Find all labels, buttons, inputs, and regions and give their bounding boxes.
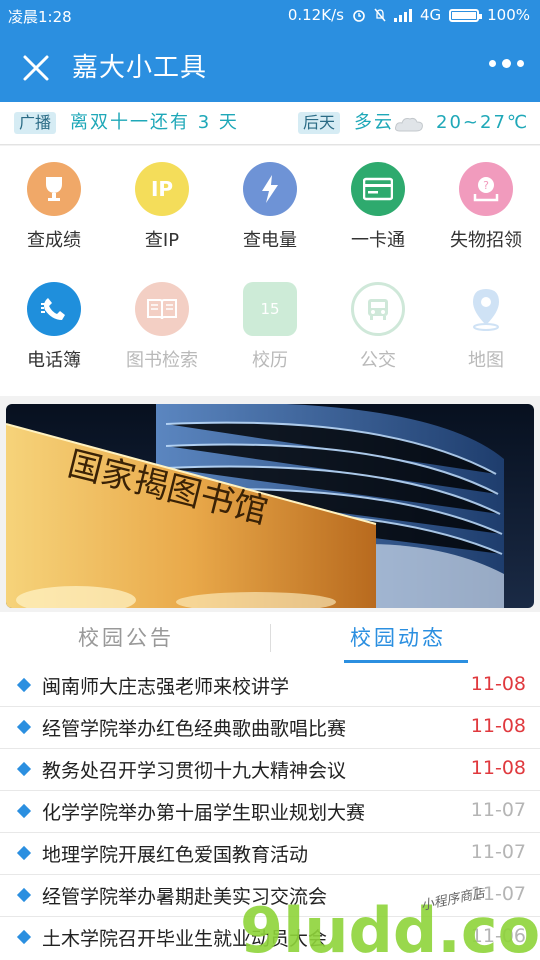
list-item[interactable]: 化学学院举办第十届学生职业规划大赛 11-07 bbox=[0, 790, 540, 833]
tab-divider bbox=[270, 624, 271, 652]
bus-icon bbox=[351, 282, 405, 336]
list-item[interactable]: 教务处召开学习贯彻十九大精神会议 11-08 bbox=[0, 748, 540, 791]
bullet-icon bbox=[16, 761, 32, 777]
news-title: 经管学院举办红色经典歌曲歌唱比赛 bbox=[42, 718, 347, 740]
tool-grades[interactable]: 查成绩 bbox=[0, 146, 108, 256]
broadcast-tag: 广播 bbox=[14, 112, 57, 134]
tool-label: 地图 bbox=[468, 350, 504, 371]
network-type: 4G bbox=[419, 6, 442, 24]
weather-text: 多云 bbox=[354, 112, 394, 133]
mute-icon bbox=[374, 8, 386, 22]
tool-bus[interactable]: 公交 bbox=[324, 266, 432, 376]
list-item[interactable]: 经管学院举办暑期赴美实习交流会 11-07 bbox=[0, 874, 540, 917]
list-item[interactable]: 经管学院举办红色经典歌曲歌唱比赛 11-08 bbox=[0, 706, 540, 749]
news-title: 地理学院开展红色爱国教育活动 bbox=[42, 844, 309, 866]
list-item[interactable]: 闽南师大庄志强老师来校讲学 11-08 bbox=[0, 664, 540, 707]
info-bar: 广播 离双十一还有 3 天 后天 多云 20~27℃ bbox=[0, 102, 540, 145]
status-right: 0.12K/s 4G 100% bbox=[288, 6, 530, 24]
bullet-icon bbox=[16, 887, 32, 903]
active-tab-indicator bbox=[344, 660, 468, 663]
app-header: 凌晨1:28 0.12K/s 4G 100% 嘉大小工具 bbox=[0, 0, 540, 102]
lightning-icon bbox=[243, 162, 297, 216]
phone-icon bbox=[27, 282, 81, 336]
tool-label: 电话簿 bbox=[27, 350, 81, 371]
library-photo: 国家揭图书馆 bbox=[6, 404, 534, 608]
news-date: 11-08 bbox=[470, 715, 526, 737]
bullet-icon bbox=[16, 929, 32, 945]
tool-label: 图书检索 bbox=[126, 350, 198, 371]
tool-electricity[interactable]: 查电量 bbox=[216, 146, 324, 256]
news-title: 闽南师大庄志强老师来校讲学 bbox=[42, 676, 290, 698]
news-title: 教务处召开学习贯彻十九大精神会议 bbox=[42, 760, 347, 782]
calendar-day: 15 bbox=[260, 300, 280, 318]
tool-label: 查成绩 bbox=[27, 230, 81, 251]
status-bar: 凌晨1:28 0.12K/s 4G 100% bbox=[0, 0, 540, 32]
close-icon[interactable] bbox=[20, 52, 52, 84]
alarm-icon bbox=[353, 10, 365, 22]
more-menu-button[interactable] bbox=[489, 59, 524, 68]
tool-phonebook[interactable]: 电话簿 bbox=[0, 266, 108, 376]
battery-icon bbox=[449, 8, 483, 22]
news-title: 化学学院举办第十届学生职业规划大赛 bbox=[42, 802, 366, 824]
trophy-icon bbox=[27, 162, 81, 216]
tool-label: 查IP bbox=[144, 230, 180, 251]
news-date: 11-08 bbox=[470, 757, 526, 779]
more-dot-icon bbox=[502, 59, 511, 68]
banner-carousel[interactable]: 国家揭图书馆 bbox=[6, 404, 534, 608]
news-date: 11-07 bbox=[470, 799, 526, 821]
lost-found-icon: ? bbox=[459, 162, 513, 216]
tab-campus-news[interactable]: 校园动态 bbox=[350, 622, 446, 652]
list-item[interactable]: 地理学院开展红色爱国教育活动 11-07 bbox=[0, 832, 540, 875]
tool-campus-card[interactable]: 一卡通 bbox=[324, 146, 432, 256]
page-title: 嘉大小工具 bbox=[72, 53, 208, 83]
battery-level: 100% bbox=[487, 6, 530, 24]
news-list: 闽南师大庄志强老师来校讲学 11-08 经管学院举办红色经典歌曲歌唱比赛 11-… bbox=[0, 664, 540, 960]
bullet-icon bbox=[16, 803, 32, 819]
news-tabs: 校园公告 校园动态 bbox=[0, 612, 540, 665]
map-pin-icon bbox=[459, 282, 513, 336]
list-item[interactable]: 土木学院召开毕业生就业动员大会 11-06 bbox=[0, 916, 540, 958]
bullet-icon bbox=[16, 719, 32, 735]
day-tag: 后天 bbox=[298, 112, 341, 134]
tool-label: 一卡通 bbox=[351, 230, 405, 251]
tool-grid: 查成绩 IP 查IP 查电量 一卡通 ? 失物招领 电话簿 图书检索 15 校历… bbox=[0, 146, 540, 396]
tool-calendar[interactable]: 15 校历 bbox=[216, 266, 324, 376]
tool-label: 公交 bbox=[360, 350, 396, 371]
cloud-icon bbox=[395, 117, 423, 132]
tool-label: 查电量 bbox=[243, 230, 297, 251]
news-title: 土木学院召开毕业生就业动员大会 bbox=[42, 928, 328, 950]
news-title: 经管学院举办暑期赴美实习交流会 bbox=[42, 886, 328, 908]
tool-map[interactable]: 地图 bbox=[432, 266, 540, 376]
ip-icon: IP bbox=[135, 162, 189, 216]
signal-icon bbox=[393, 8, 412, 22]
tool-book-search[interactable]: 图书检索 bbox=[108, 266, 216, 376]
tool-label: 失物招领 bbox=[450, 230, 522, 251]
card-icon bbox=[351, 162, 405, 216]
tool-ip[interactable]: IP 查IP bbox=[108, 146, 216, 256]
countdown-text: 离双十一还有 3 天 bbox=[70, 112, 239, 133]
more-dot-icon bbox=[517, 60, 524, 67]
news-date: 11-07 bbox=[470, 841, 526, 863]
nav-bar: 嘉大小工具 bbox=[0, 32, 540, 102]
ip-glyph: IP bbox=[150, 177, 174, 201]
tool-lost-found[interactable]: ? 失物招领 bbox=[432, 146, 540, 256]
tool-label: 校历 bbox=[252, 350, 288, 371]
tab-announcements[interactable]: 校园公告 bbox=[78, 622, 174, 652]
bullet-icon bbox=[16, 677, 32, 693]
news-date: 11-06 bbox=[470, 925, 526, 947]
book-icon bbox=[135, 282, 189, 336]
news-date: 11-08 bbox=[470, 673, 526, 695]
network-speed: 0.12K/s bbox=[287, 6, 344, 24]
temperature-text: 20~27℃ bbox=[436, 112, 530, 133]
news-date: 11-07 bbox=[470, 883, 526, 905]
status-time: 凌晨1:28 bbox=[8, 8, 72, 26]
more-dot-icon bbox=[489, 60, 496, 67]
calendar-icon: 15 bbox=[243, 282, 297, 336]
bullet-icon bbox=[16, 845, 32, 861]
svg-text:?: ? bbox=[483, 179, 489, 192]
